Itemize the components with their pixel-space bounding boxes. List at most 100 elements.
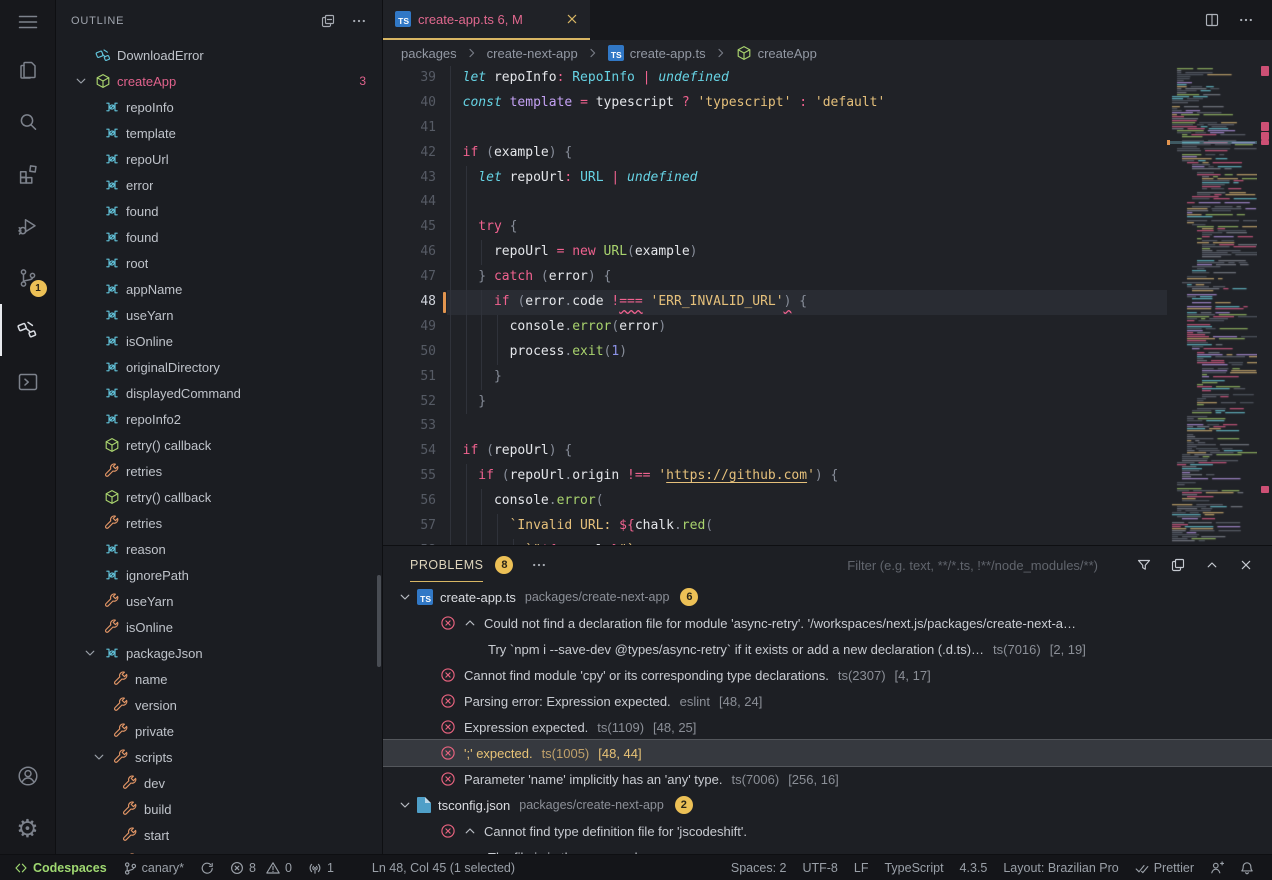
line-number[interactable]: 51 xyxy=(383,365,447,390)
activity-item-account[interactable] xyxy=(0,750,56,802)
code-line[interactable]: if (example) { xyxy=(447,141,1167,166)
sidebar-scrollbar[interactable] xyxy=(377,575,381,667)
chevron-up-icon[interactable] xyxy=(462,823,482,839)
chevron-down-icon[interactable] xyxy=(82,645,104,661)
outline-item-ignorepath[interactable]: ignorePath xyxy=(56,562,382,588)
outline-item-error[interactable]: error xyxy=(56,172,382,198)
outline-item-root[interactable]: root xyxy=(56,250,382,276)
editor-gutter[interactable]: 3940414243444546474849505152535455565758 xyxy=(383,66,447,545)
problems-error-row[interactable]: ';' expected.ts(1005)[48, 44] xyxy=(383,740,1272,766)
outline-item-useyarn[interactable]: useYarn xyxy=(56,302,382,328)
outline-item-appname[interactable]: appName xyxy=(56,276,382,302)
outline-item-retry-callback[interactable]: retry() callback xyxy=(56,432,382,458)
outline-item-isonline[interactable]: isOnline xyxy=(56,328,382,354)
outline-item-displayedcommand[interactable]: displayedCommand xyxy=(56,380,382,406)
line-number[interactable]: 46 xyxy=(383,240,447,265)
tab-close-icon[interactable] xyxy=(564,11,580,27)
activity-item-settings[interactable]: ⚙ xyxy=(0,802,56,854)
breadcrumb-item-create-next-app[interactable]: create-next-app xyxy=(487,46,578,61)
problems-error-row[interactable]: Expression expected.ts(1109)[48, 25] xyxy=(383,714,1272,740)
problems-error-row[interactable]: Cannot find module 'cpy' or its correspo… xyxy=(383,662,1272,688)
outline-item-retry-callback[interactable]: retry() callback xyxy=(56,484,382,510)
activity-item-hierarchy[interactable] xyxy=(0,304,56,356)
breadcrumb-item-create-app-ts[interactable]: TScreate-app.ts xyxy=(608,45,706,61)
status-item-8[interactable]: 8 xyxy=(222,855,264,880)
line-number[interactable]: 55 xyxy=(383,464,447,489)
status-item-feedback[interactable] xyxy=(1202,855,1232,880)
line-number[interactable]: 53 xyxy=(383,414,447,439)
status-item-spaces-2[interactable]: Spaces: 2 xyxy=(723,855,795,880)
outline-item-clipped[interactable] xyxy=(56,848,382,854)
status-item-bell[interactable] xyxy=(1232,855,1262,880)
activity-item-run-debug[interactable] xyxy=(0,200,56,252)
code-line[interactable]: repoUrl = new URL(example) xyxy=(447,240,1167,265)
line-number[interactable]: 54 xyxy=(383,439,447,464)
outline-item-reason[interactable]: reason xyxy=(56,536,382,562)
status-item-codespaces[interactable]: Codespaces xyxy=(6,855,115,880)
code-line[interactable]: if (repoUrl) { xyxy=(447,439,1167,464)
code-line[interactable] xyxy=(447,116,1167,141)
outline-item-createapp[interactable]: createApp3 xyxy=(56,68,382,94)
code-line[interactable]: console.error(error) xyxy=(447,315,1167,340)
outline-item-found[interactable]: found xyxy=(56,198,382,224)
outline-more-icon[interactable] xyxy=(351,13,367,29)
outline-item-found[interactable]: found xyxy=(56,224,382,250)
line-number[interactable]: 57 xyxy=(383,514,447,539)
status-item-layout-brazilian-pro[interactable]: Layout: Brazilian Pro xyxy=(995,855,1126,880)
outline-item-useyarn[interactable]: useYarn xyxy=(56,588,382,614)
breadcrumb-item-packages[interactable]: packages xyxy=(401,46,457,61)
status-item-prettier[interactable]: Prettier xyxy=(1127,855,1202,880)
outline-item-retries[interactable]: retries xyxy=(56,510,382,536)
chevron-down-icon[interactable] xyxy=(91,749,113,765)
status-item-sync[interactable] xyxy=(192,855,222,880)
activity-item-extensions[interactable] xyxy=(0,148,56,200)
code-line[interactable]: try { xyxy=(447,215,1167,240)
code-line[interactable]: } xyxy=(447,390,1167,415)
status-item-typescript[interactable]: TypeScript xyxy=(876,855,951,880)
line-number[interactable]: 56 xyxy=(383,489,447,514)
problems-error-row[interactable]: Could not find a declaration file for mo… xyxy=(383,610,1272,636)
line-number[interactable]: 44 xyxy=(383,190,447,215)
code-line[interactable]: let repoInfo: RepoInfo | undefined xyxy=(447,66,1167,91)
code-line[interactable]: `"${example}"` xyxy=(447,539,1167,545)
outline-item-template[interactable]: template xyxy=(56,120,382,146)
activity-item-explorer[interactable] xyxy=(0,44,56,96)
problems-error-row[interactable]: Parameter 'name' implicitly has an 'any'… xyxy=(383,766,1272,792)
outline-item-name[interactable]: name xyxy=(56,666,382,692)
collapse-all-icon[interactable] xyxy=(320,13,336,29)
outline-item-repoinfo2[interactable]: repoInfo2 xyxy=(56,406,382,432)
status-item-lf[interactable]: LF xyxy=(846,855,877,880)
line-number[interactable]: 41 xyxy=(383,116,447,141)
minimap[interactable] xyxy=(1167,66,1272,545)
code-line[interactable]: const template = typescript ? 'typescrip… xyxy=(447,91,1167,116)
code-line[interactable] xyxy=(447,414,1167,439)
tab-problems[interactable]: PROBLEMS xyxy=(410,558,483,572)
problems-file-row[interactable]: tsconfig.jsonpackages/create-next-app2 xyxy=(383,792,1272,818)
line-number[interactable]: 45 xyxy=(383,215,447,240)
problems-file-row[interactable]: TScreate-app.tspackages/create-next-app6 xyxy=(383,584,1272,610)
code-line[interactable] xyxy=(447,190,1167,215)
outline-item-downloaderror[interactable]: DownloadError xyxy=(56,42,382,68)
line-number[interactable]: 48 xyxy=(383,290,447,315)
code-line[interactable]: if (error.code !=== 'ERR_INVALID_URL') { xyxy=(447,290,1167,315)
tab-create-app-ts[interactable]: TS create-app.ts 6, M xyxy=(383,0,590,40)
activity-item-search[interactable] xyxy=(0,96,56,148)
chevron-down-icon[interactable] xyxy=(73,73,95,89)
outline-item-private[interactable]: private xyxy=(56,718,382,744)
code-content[interactable]: let repoInfo: RepoInfo | undefinedconst … xyxy=(447,66,1167,545)
code-line[interactable]: console.error( xyxy=(447,489,1167,514)
line-number[interactable]: 52 xyxy=(383,390,447,415)
outline-item-scripts[interactable]: scripts xyxy=(56,744,382,770)
code-line[interactable]: } xyxy=(447,365,1167,390)
maximize-panel-icon[interactable] xyxy=(1204,557,1220,573)
split-editor-icon[interactable] xyxy=(1204,12,1220,28)
outline-item-repourl[interactable]: repoUrl xyxy=(56,146,382,172)
line-number[interactable]: 40 xyxy=(383,91,447,116)
status-item-ln-48-col-45-1-selected-[interactable]: Ln 48, Col 45 (1 selected) xyxy=(364,855,523,880)
activity-item-menu[interactable] xyxy=(0,0,56,44)
problems-related-row[interactable]: Try `npm i --save-dev @types/async-retry… xyxy=(383,636,1272,662)
status-item-canary-[interactable]: canary* xyxy=(115,855,192,880)
line-number[interactable]: 50 xyxy=(383,340,447,365)
activity-item-source-control[interactable]: 1 xyxy=(0,252,56,304)
breadcrumb-item-createapp[interactable]: createApp xyxy=(736,45,817,61)
